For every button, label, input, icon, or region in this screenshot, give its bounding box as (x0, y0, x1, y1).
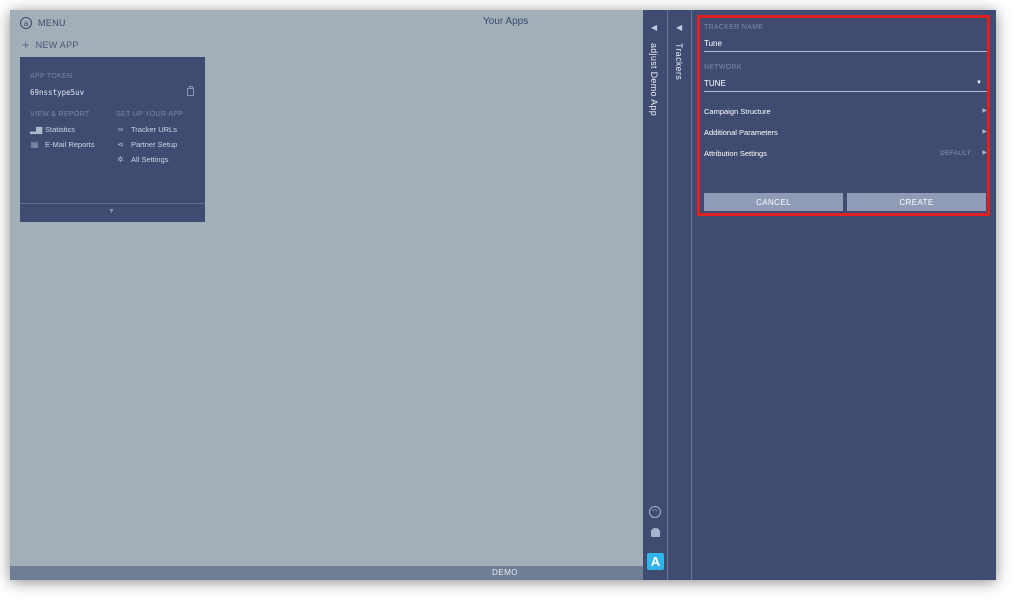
trackers-vertical-label[interactable]: Trackers (674, 43, 684, 80)
page-title: Your Apps (483, 16, 529, 27)
collapse-app-icon[interactable]: ◀ (651, 23, 657, 32)
copy-icon[interactable] (187, 86, 194, 96)
network-underline (704, 91, 987, 92)
chevron-right-icon: ▶ (982, 108, 987, 114)
attribution-settings-label: Attribution Settings (704, 149, 767, 158)
view-report-heading: VIEW & REPORT (30, 111, 90, 118)
menu-button[interactable]: a MENU (20, 15, 66, 31)
adjust-logo-icon: A (647, 553, 664, 570)
link-icon: ∞ (117, 125, 124, 134)
app-window: a MENU Your Apps + NEW APP APP TOKEN 69n… (10, 10, 996, 580)
campaign-structure-label: Campaign Structure (704, 107, 771, 116)
statistics-link[interactable]: ▂▆ Statistics (30, 125, 75, 134)
chevron-right-icon: ▶ (982, 129, 987, 135)
expand-card-icon[interactable]: ▼ (108, 208, 115, 215)
android-icon (651, 528, 660, 537)
campaign-structure-row[interactable]: Campaign Structure ▶ (704, 105, 987, 119)
network-label: NETWORK (704, 64, 742, 71)
tracker-urls-label: Tracker URLs (131, 125, 177, 134)
bar-chart-icon: ▂▆ (30, 125, 43, 134)
attribution-settings-row[interactable]: Attribution Settings DEFAULT ▶ (704, 147, 987, 161)
trackers-strip: ◀ Trackers (668, 10, 692, 580)
chevron-right-icon: ▶ (982, 150, 987, 156)
all-settings-label: All Settings (131, 155, 169, 164)
additional-parameters-row[interactable]: Additional Parameters ▶ (704, 126, 987, 140)
demo-label: DEMO (492, 568, 518, 577)
menu-label: MENU (38, 18, 66, 28)
all-settings-link[interactable]: ✲ All Settings (116, 155, 169, 164)
share-icon: ⋖ (117, 140, 124, 149)
attribution-default-value: DEFAULT (940, 150, 971, 157)
statistics-label: Statistics (45, 125, 76, 134)
cancel-button[interactable]: CANCEL (704, 193, 843, 211)
collapse-trackers-icon[interactable]: ◀ (676, 23, 682, 32)
new-app-button[interactable]: + NEW APP (22, 37, 79, 52)
partner-setup-label: Partner Setup (131, 140, 178, 149)
create-button[interactable]: CREATE (847, 193, 986, 211)
setup-heading: SET UP YOUR APP (116, 111, 184, 118)
tracker-name-label: TRACKER NAME (704, 24, 764, 31)
document-icon: ▤ (30, 140, 39, 149)
plus-icon: + (22, 37, 30, 52)
footer-bar: DEMO (10, 566, 643, 580)
app-token-value: 69nsstype5uv (30, 88, 85, 97)
partner-setup-link[interactable]: ⋖ Partner Setup (116, 140, 177, 149)
chevron-down-icon[interactable]: ▼ (976, 80, 982, 86)
tracker-form-panel: TRACKER NAME Tune NETWORK TUNE ▼ Campaig… (692, 10, 996, 580)
email-reports-link[interactable]: ▤ E-Mail Reports (30, 140, 95, 149)
tracker-name-input[interactable]: Tune (704, 39, 722, 48)
app-name-vertical[interactable]: adjust Demo App (649, 43, 659, 116)
additional-parameters-label: Additional Parameters (704, 128, 778, 137)
card-divider (20, 203, 205, 204)
network-select[interactable]: TUNE (704, 79, 726, 88)
app-strip: ◀ adjust Demo App ⌒ A (643, 10, 668, 580)
tracker-urls-link[interactable]: ∞ Tracker URLs (116, 125, 177, 134)
adjust-logo-icon: a (20, 17, 32, 29)
gear-icon: ✲ (117, 155, 124, 164)
ios-platform-icon: ⌒ (649, 506, 661, 518)
new-app-label: NEW APP (35, 40, 79, 50)
app-token-heading: APP TOKEN (30, 73, 73, 80)
app-card: APP TOKEN 69nsstype5uv VIEW & REPORT SET… (20, 57, 205, 222)
email-reports-label: E-Mail Reports (45, 140, 95, 149)
tracker-name-underline (704, 51, 987, 52)
